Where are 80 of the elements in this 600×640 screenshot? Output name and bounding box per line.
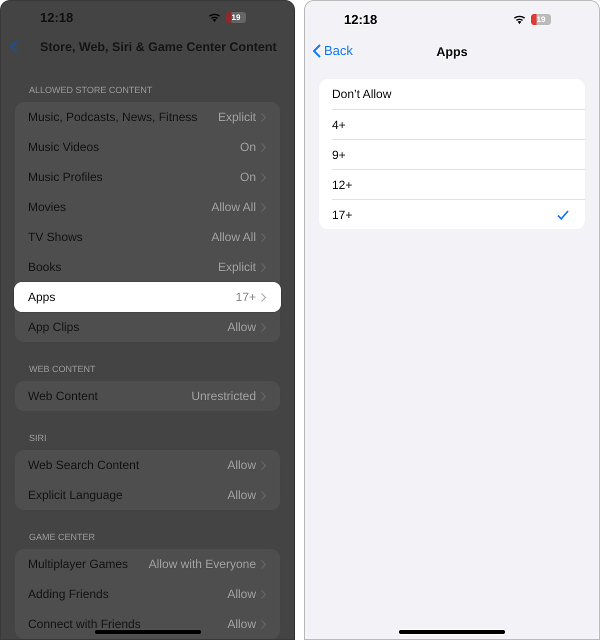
row-label: Music Profiles [28,170,103,184]
highlighted-settings-row[interactable]: Apps 17+ [14,282,281,312]
chevron-icon [261,322,266,332]
row-value: Unrestricted [191,389,256,403]
row-value: On [240,170,256,184]
row-label: Movies [28,200,66,214]
section-header: ALLOWED STORE CONTENT [29,84,154,97]
option-label: Don’t Allow [332,87,392,101]
wifi-icon [513,14,526,24]
chevron-icon [261,112,266,122]
settings-row[interactable]: Adding Friends Allow [15,579,280,609]
settings-row[interactable]: Multiplayer Games Allow with Everyone [15,549,280,579]
row-value: On [240,140,256,154]
chevron-icon [261,620,266,628]
settings-row[interactable]: Music, Podcasts, News, Fitness Explicit [15,102,280,132]
settings-row[interactable]: Explicit Language Allow [15,480,280,510]
row-value: Allow [227,617,256,631]
chevron-icon [261,490,266,500]
row-label: Connect with Friends [28,617,141,631]
chevron-icon [261,560,266,568]
chevron-icon [261,460,266,470]
row-value: Allow All [211,230,256,244]
row-label: Apps [28,290,56,304]
back-chevron-icon [313,44,321,58]
nav-title: Apps [436,45,468,59]
row-value: Explicit [218,260,256,274]
row-value: Explicit [218,110,256,124]
settings-row[interactable]: Connect with Friends Allow [15,609,280,639]
row-value: Allow [227,458,256,472]
row-label: Explicit Language [28,488,123,502]
row-label: Music Videos [28,140,100,154]
chevron-icon [261,262,266,272]
row-value: Allow [227,320,256,334]
wifi-icon [208,12,221,22]
back-label: Back [324,43,353,58]
option-row[interactable]: Don’t Allow [332,79,585,109]
row-label: Multiplayer Games [28,557,128,571]
row-value: 17+ [236,290,256,304]
chevron-icon [261,590,266,598]
row-label: Adding Friends [28,587,109,601]
row-label: Books [28,260,62,274]
row-value: Allow [227,587,256,601]
settings-row[interactable]: Music Profiles On [15,162,280,192]
battery-indicator: 19 [531,14,551,24]
settings-row[interactable]: Music Videos On [15,132,280,162]
option-row[interactable]: 4+ [332,109,585,139]
option-label: 9+ [332,148,346,162]
settings-row[interactable]: App Clips Allow [15,312,280,342]
option-row[interactable]: 9+ [332,139,585,169]
back-chevron-icon[interactable] [10,40,18,54]
section-header: GAME CENTER [29,531,96,544]
row-value: Allow with Everyone [148,557,256,571]
row-label: App Clips [28,320,80,334]
settings-row[interactable]: TV Shows Allow All [15,222,280,252]
section-header: SIRI [29,432,48,445]
row-label: Web Search Content [28,458,140,472]
option-label: 12+ [332,178,352,192]
settings-row[interactable]: Movies Allow All [15,192,280,222]
status-time: 12:18 [344,12,378,26]
settings-row[interactable]: Web Content Unrestricted [15,381,280,411]
chevron-icon [261,202,266,212]
row-label: Web Content [28,389,98,403]
option-row[interactable]: 12+ [332,169,585,199]
back-link[interactable]: Back [313,43,353,58]
section-header: WEB CONTENT [29,363,96,376]
chevron-icon [261,292,266,302]
settings-row[interactable]: Web Search Content Allow [15,450,280,480]
row-label: TV Shows [28,230,83,244]
row-value: Allow All [211,200,256,214]
chevron-icon [261,172,266,182]
row-label: Music, Podcasts, News, Fitness [28,110,198,124]
chevron-icon [261,142,266,152]
battery-indicator: 19 [226,12,246,23]
settings-row[interactable]: Books Explicit [15,252,280,282]
row-value: Allow [227,488,256,502]
chevron-icon [261,232,266,242]
option-label: 4+ [332,118,346,132]
chevron-icon [261,392,266,400]
option-label: 17+ [332,208,352,222]
option-row[interactable]: 17+ [332,199,585,229]
